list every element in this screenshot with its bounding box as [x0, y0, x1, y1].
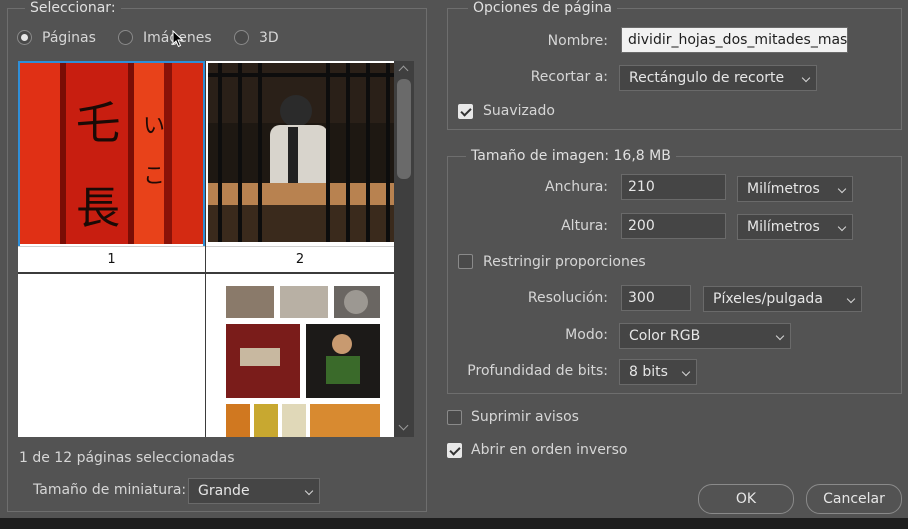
- red-lanterns-photo-icon: 乇 長 い こ: [20, 63, 203, 244]
- chevron-down-icon: [304, 486, 314, 496]
- name-input[interactable]: dividir_hojas_dos_mitades_mas_g: [621, 27, 848, 53]
- name-label: Nombre:: [547, 33, 608, 49]
- page-thumbnail-1[interactable]: 乇 長 い こ 1: [18, 61, 205, 272]
- chevron-down-icon: [846, 294, 856, 304]
- width-unit-select[interactable]: Milímetros: [737, 176, 853, 202]
- image-size-legend: Tamaño de imagen: 16,8 MB: [466, 148, 676, 164]
- photo-collage-page-icon: [206, 274, 394, 437]
- page-thumbnail-2[interactable]: 2: [206, 61, 394, 272]
- height-label: Altura:: [561, 218, 608, 234]
- crop-label: Recortar a:: [530, 69, 608, 85]
- bit-depth-label: Profundidad de bits:: [467, 363, 608, 379]
- thumbnail-scrollbar[interactable]: [394, 61, 414, 437]
- resolution-unit-select[interactable]: Píxeles/pulgada: [703, 286, 862, 312]
- chevron-down-icon: [837, 184, 847, 194]
- height-input[interactable]: 200: [621, 213, 726, 239]
- chevron-down-icon: [801, 73, 811, 83]
- chevron-down-icon: [837, 222, 847, 232]
- height-unit-select[interactable]: Milímetros: [737, 214, 853, 240]
- constrain-label[interactable]: Restringir proporciones: [483, 253, 646, 271]
- street-food-cook-photo-icon: [208, 63, 394, 242]
- chevron-down-icon: [775, 331, 785, 341]
- radio-3d[interactable]: [234, 30, 249, 45]
- thumb-size-label: Tamaño de miniatura:: [33, 482, 187, 498]
- smooth-checkbox[interactable]: [458, 104, 473, 119]
- resolution-unit-value: Píxeles/pulgada: [713, 291, 823, 307]
- scroll-up-icon[interactable]: [398, 65, 409, 76]
- radio-3d-label[interactable]: 3D: [259, 29, 279, 47]
- svg-text:い: い: [143, 114, 165, 139]
- thumb-size-select[interactable]: Grande: [188, 478, 320, 504]
- page-thumbnail-grid[interactable]: 乇 長 い こ 1 2: [18, 61, 394, 437]
- page-thumbnail-4[interactable]: [206, 274, 394, 437]
- svg-text:乇: 乇: [76, 98, 120, 149]
- height-unit-value: Milímetros: [747, 219, 820, 235]
- bit-depth-select[interactable]: 8 bits: [619, 359, 697, 385]
- constrain-checkbox[interactable]: [458, 254, 473, 269]
- ok-button[interactable]: OK: [698, 484, 794, 514]
- scroll-down-icon[interactable]: [398, 420, 409, 431]
- radio-images[interactable]: [118, 30, 133, 45]
- svg-text:長: 長: [76, 183, 120, 234]
- smooth-label[interactable]: Suavizado: [483, 102, 555, 120]
- width-input[interactable]: 210: [621, 174, 726, 200]
- select-group-legend: Seleccionar:: [25, 0, 121, 16]
- bit-depth-value: 8 bits: [629, 364, 668, 380]
- thumb-size-value: Grande: [198, 483, 250, 499]
- mode-value: Color RGB: [629, 328, 701, 344]
- mode-select[interactable]: Color RGB: [619, 323, 791, 349]
- scroll-thumb[interactable]: [397, 79, 411, 179]
- crop-value: Rectángulo de recorte: [629, 70, 785, 86]
- suppress-warnings-label[interactable]: Suprimir avisos: [471, 408, 579, 426]
- chevron-down-icon: [681, 367, 691, 377]
- cancel-button[interactable]: Cancelar: [806, 484, 902, 514]
- window-bottom-edge: [0, 518, 908, 529]
- selection-status: 1 de 12 páginas seleccionadas: [19, 450, 235, 466]
- radio-pages[interactable]: [17, 30, 32, 45]
- mouse-cursor-icon: [172, 30, 184, 48]
- page-thumbnail-3[interactable]: [18, 274, 205, 437]
- width-unit-value: Milímetros: [747, 181, 820, 197]
- reverse-order-checkbox[interactable]: [447, 443, 462, 458]
- reverse-order-label[interactable]: Abrir en orden inverso: [471, 441, 627, 459]
- svg-text:こ: こ: [143, 164, 165, 189]
- resolution-input[interactable]: 300: [621, 285, 691, 311]
- resolution-label: Resolución:: [527, 290, 608, 306]
- width-label: Anchura:: [545, 179, 608, 195]
- page-thumbnail-1-caption: 1: [18, 246, 205, 272]
- suppress-warnings-checkbox[interactable]: [447, 410, 462, 425]
- page-options-legend: Opciones de página: [468, 0, 617, 16]
- radio-pages-label[interactable]: Páginas: [42, 29, 96, 47]
- page-thumbnail-2-caption: 2: [206, 246, 394, 272]
- crop-select[interactable]: Rectángulo de recorte: [619, 65, 817, 91]
- mode-label: Modo:: [565, 327, 608, 343]
